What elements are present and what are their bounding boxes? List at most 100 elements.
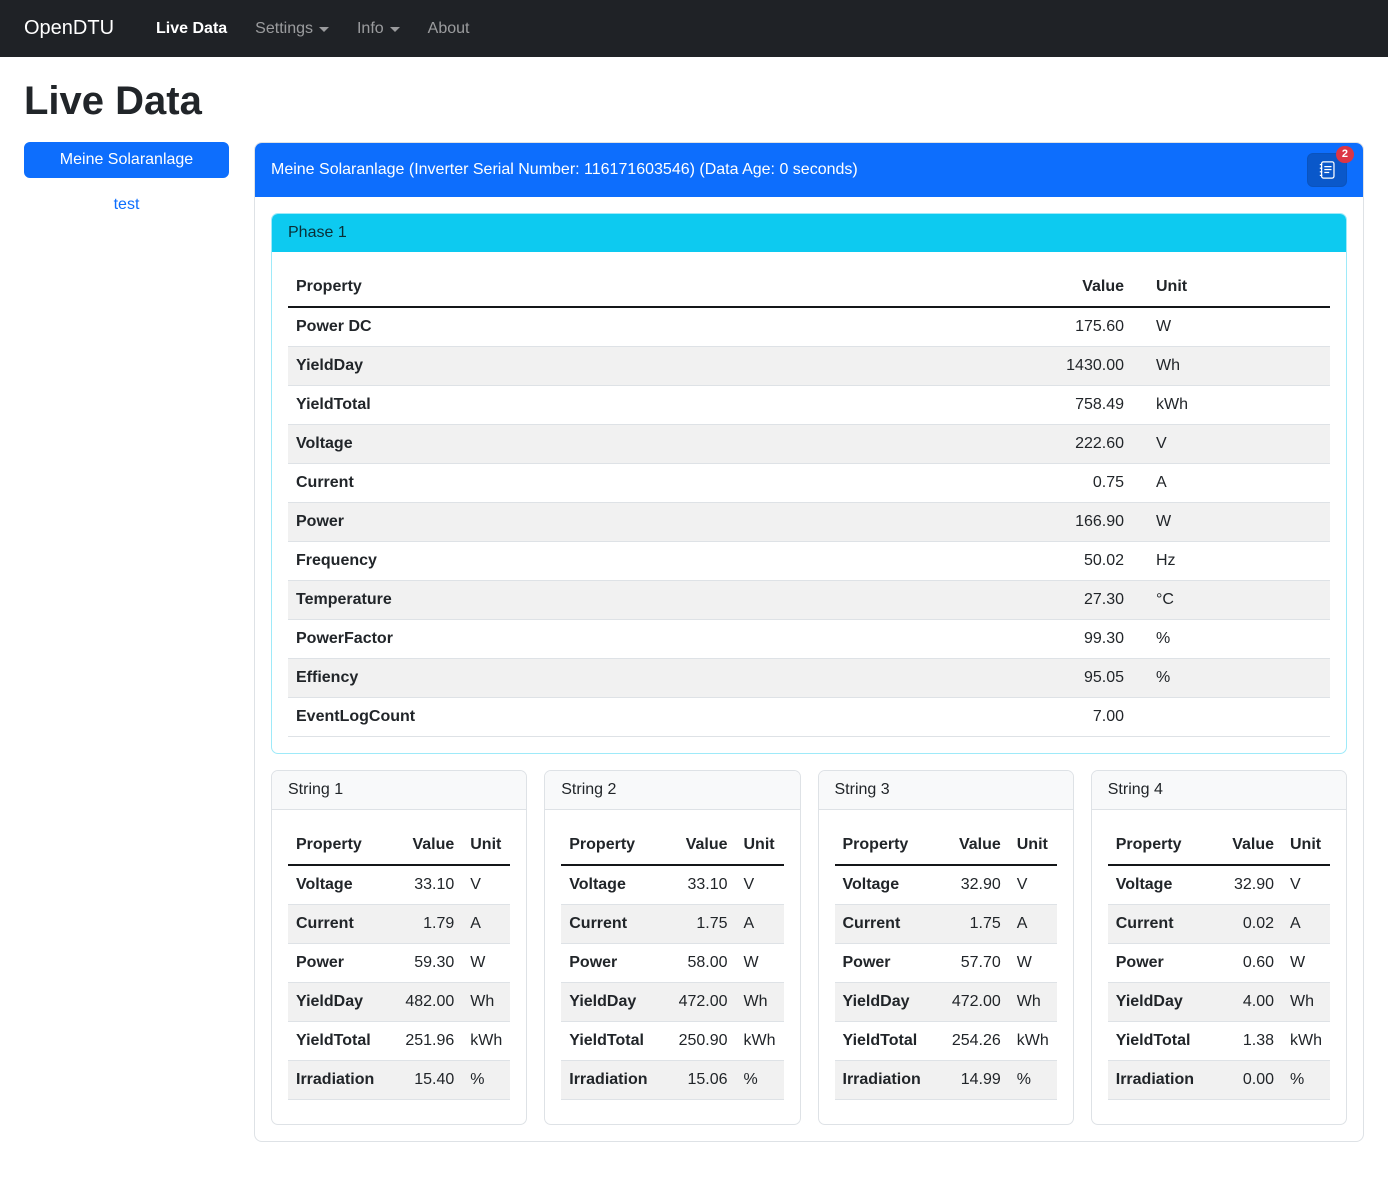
top-navbar: OpenDTU Live Data Settings Info About: [0, 0, 1388, 57]
value-cell: 32.90: [1218, 865, 1282, 905]
property-cell: Voltage: [288, 425, 819, 464]
value-cell: 99.30: [819, 620, 1140, 659]
property-cell: Current: [835, 905, 944, 944]
string-table-row: Power 58.00 W: [561, 944, 783, 983]
col-header-unit: Unit: [1009, 826, 1057, 865]
property-cell: Frequency: [288, 542, 819, 581]
property-cell: Current: [288, 464, 819, 503]
unit-cell: Wh: [462, 983, 510, 1022]
property-cell: Power: [1108, 944, 1218, 983]
property-cell: Effiency: [288, 659, 819, 698]
inverter-select-button[interactable]: Meine Solaranlage: [24, 142, 229, 178]
nav-item-settings[interactable]: Settings: [241, 12, 343, 46]
phase-table-row: Frequency 50.02 Hz: [288, 542, 1330, 581]
string-table-row: YieldTotal 1.38 kWh: [1108, 1022, 1330, 1061]
property-cell: Voltage: [561, 865, 670, 905]
property-cell: YieldDay: [561, 983, 670, 1022]
value-cell: 1430.00: [819, 347, 1140, 386]
property-cell: Voltage: [288, 865, 397, 905]
unit-cell: Wh: [736, 983, 784, 1022]
string-table-2: Property Value Unit Voltage: [561, 826, 783, 1100]
value-cell: 175.60: [819, 307, 1140, 347]
value-cell: 33.10: [671, 865, 736, 905]
property-cell: YieldTotal: [1108, 1022, 1218, 1061]
unit-cell: kWh: [1282, 1022, 1330, 1061]
unit-cell: kWh: [462, 1022, 510, 1061]
col-header-property: Property: [561, 826, 670, 865]
col-header-property: Property: [835, 826, 944, 865]
property-cell: Power: [288, 503, 819, 542]
value-cell: 32.90: [944, 865, 1009, 905]
string-table-row: Voltage 33.10 V: [561, 865, 783, 905]
string-table-row: Voltage 33.10 V: [288, 865, 510, 905]
inverter-header-text: Meine Solaranlage (Inverter Serial Numbe…: [271, 161, 858, 179]
unit-cell: [1140, 698, 1330, 737]
string-card-1: String 1 Property Value Unit: [271, 770, 527, 1125]
unit-cell: V: [1282, 865, 1330, 905]
app-brand[interactable]: OpenDTU: [24, 17, 114, 40]
unit-cell: W: [1009, 944, 1057, 983]
phase-card-title: Phase 1: [272, 214, 1346, 252]
nav-item-info[interactable]: Info: [343, 12, 414, 46]
unit-cell: W: [462, 944, 510, 983]
value-cell: 1.75: [671, 905, 736, 944]
nav-item-live-data[interactable]: Live Data: [142, 12, 241, 46]
col-header-value: Value: [671, 826, 736, 865]
eventlog-button[interactable]: 2: [1307, 153, 1347, 187]
phase-table-row: Power DC 175.60 W: [288, 307, 1330, 347]
string-table-row: Irradiation 14.99 %: [835, 1061, 1057, 1100]
phase-table-row: EventLogCount 7.00: [288, 698, 1330, 737]
value-cell: 758.49: [819, 386, 1140, 425]
unit-cell: %: [736, 1061, 784, 1100]
property-cell: EventLogCount: [288, 698, 819, 737]
col-header-value: Value: [944, 826, 1009, 865]
unit-cell: W: [1282, 944, 1330, 983]
col-header-property: Property: [288, 826, 397, 865]
phase-table-row: PowerFactor 99.30 %: [288, 620, 1330, 659]
value-cell: 50.02: [819, 542, 1140, 581]
col-header-property: Property: [288, 268, 819, 307]
phase-table-row: Effiency 95.05 %: [288, 659, 1330, 698]
col-header-property: Property: [1108, 826, 1218, 865]
value-cell: 4.00: [1218, 983, 1282, 1022]
property-cell: YieldTotal: [288, 1022, 397, 1061]
string-table-row: Power 0.60 W: [1108, 944, 1330, 983]
value-cell: 33.10: [397, 865, 462, 905]
value-cell: 14.99: [944, 1061, 1009, 1100]
property-cell: YieldDay: [288, 983, 397, 1022]
unit-cell: kWh: [1009, 1022, 1057, 1061]
unit-cell: Hz: [1140, 542, 1330, 581]
col-header-unit: Unit: [462, 826, 510, 865]
string-table-row: Current 1.75 A: [561, 905, 783, 944]
value-cell: 472.00: [944, 983, 1009, 1022]
string-table-3: Property Value Unit Voltage: [835, 826, 1057, 1100]
value-cell: 58.00: [671, 944, 736, 983]
property-cell: Power: [561, 944, 670, 983]
property-cell: Irradiation: [561, 1061, 670, 1100]
string-table-row: YieldTotal 251.96 kWh: [288, 1022, 510, 1061]
property-cell: Voltage: [835, 865, 944, 905]
value-cell: 59.30: [397, 944, 462, 983]
inverter-panel-body: Phase 1 Property Value Unit: [255, 197, 1363, 1141]
col-header-unit: Unit: [736, 826, 784, 865]
string-table-row: Voltage 32.90 V: [1108, 865, 1330, 905]
property-cell: Voltage: [1108, 865, 1218, 905]
string-table-row: Irradiation 0.00 %: [1108, 1061, 1330, 1100]
inverter-panel: Meine Solaranlage (Inverter Serial Numbe…: [254, 142, 1364, 1142]
string-table-row: Voltage 32.90 V: [835, 865, 1057, 905]
inverter-panel-header: Meine Solaranlage (Inverter Serial Numbe…: [255, 143, 1363, 197]
value-cell: 95.05: [819, 659, 1140, 698]
strings-row: String 1 Property Value Unit: [271, 770, 1347, 1125]
chevron-down-icon: [390, 27, 400, 32]
string-table-header-row: Property Value Unit: [1108, 826, 1330, 865]
string-table-row: YieldTotal 254.26 kWh: [835, 1022, 1057, 1061]
property-cell: PowerFactor: [288, 620, 819, 659]
string-card-3: String 3 Property Value Unit: [818, 770, 1074, 1125]
nav-item-about[interactable]: About: [414, 12, 484, 46]
unit-cell: %: [462, 1061, 510, 1100]
sidebar-link-test[interactable]: test: [24, 196, 229, 214]
col-header-value: Value: [397, 826, 462, 865]
property-cell: YieldDay: [1108, 983, 1218, 1022]
string-table-row: YieldDay 482.00 Wh: [288, 983, 510, 1022]
unit-cell: A: [736, 905, 784, 944]
